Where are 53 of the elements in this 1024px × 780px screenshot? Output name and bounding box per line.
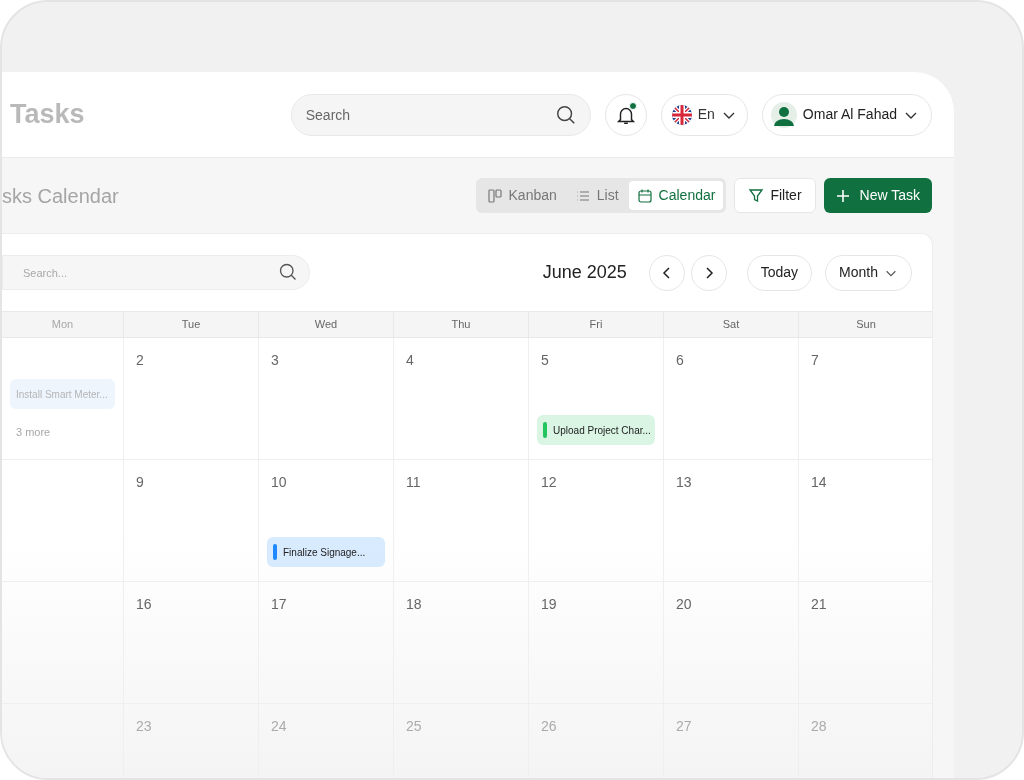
day-number: 21 <box>810 595 828 614</box>
day-number: 13 <box>675 473 693 492</box>
day-number: 12 <box>540 473 558 492</box>
filter-icon <box>748 187 765 204</box>
day-number: 7 <box>810 351 820 370</box>
day-number: 11 <box>405 473 422 492</box>
month-label: June 2025 <box>542 261 627 284</box>
search-icon <box>554 103 577 126</box>
day-number: 20 <box>675 595 693 614</box>
weekday-header: Wed <box>258 311 393 338</box>
page-title: Tasks <box>10 98 85 132</box>
view-tab[interactable]: Calendar <box>628 181 724 210</box>
event-chip[interactable]: Finalize Signage... <box>267 537 385 567</box>
language-selector[interactable]: En <box>660 93 748 136</box>
day-number: 16 <box>135 595 153 614</box>
day-number: 6 <box>675 351 685 370</box>
filter-button[interactable]: Filter <box>734 178 816 213</box>
search-icon <box>278 262 298 282</box>
day-number: 3 <box>270 351 280 370</box>
view-tab[interactable]: List <box>566 181 627 210</box>
flag-icon <box>671 104 692 125</box>
search-field[interactable]: Search <box>290 93 591 136</box>
day-number: 17 <box>270 595 288 614</box>
day-number: 28 <box>810 717 828 736</box>
day-number: 19 <box>540 595 558 614</box>
section-title: sks Calendar <box>2 183 119 209</box>
day-number: 10 <box>270 473 288 492</box>
day-number: 5 <box>540 351 550 370</box>
day-number: 18 <box>405 595 423 614</box>
day-number: 23 <box>135 717 153 736</box>
avatar-icon <box>770 101 797 128</box>
user-menu[interactable]: Omar Al Fahad <box>761 93 932 136</box>
day-number: 26 <box>540 717 558 736</box>
calendar-search-field[interactable]: Search... <box>2 255 310 290</box>
weekday-header: Thu <box>393 311 528 338</box>
view-tab[interactable]: Kanban <box>478 181 565 210</box>
weekday-header: Mon <box>2 311 123 338</box>
weekday-header: Tue <box>123 311 258 338</box>
weekday-header: Sun <box>798 311 932 338</box>
day-number: 14 <box>810 473 828 492</box>
day-number: 2 <box>135 351 145 370</box>
day-number: 9 <box>135 473 145 492</box>
plus-icon <box>835 188 850 203</box>
new-task-button[interactable]: New Task <box>823 178 932 213</box>
day-number: 24 <box>270 717 288 736</box>
weekday-header: Sat <box>663 311 798 338</box>
event-chip[interactable]: Upload Project Char... <box>537 415 655 445</box>
day-number: 27 <box>675 717 693 736</box>
weekday-header: Fri <box>528 311 663 338</box>
day-number: 4 <box>405 351 415 370</box>
calendar-icon <box>636 187 653 204</box>
kanban-icon <box>486 187 503 204</box>
day-number: 25 <box>405 717 423 736</box>
